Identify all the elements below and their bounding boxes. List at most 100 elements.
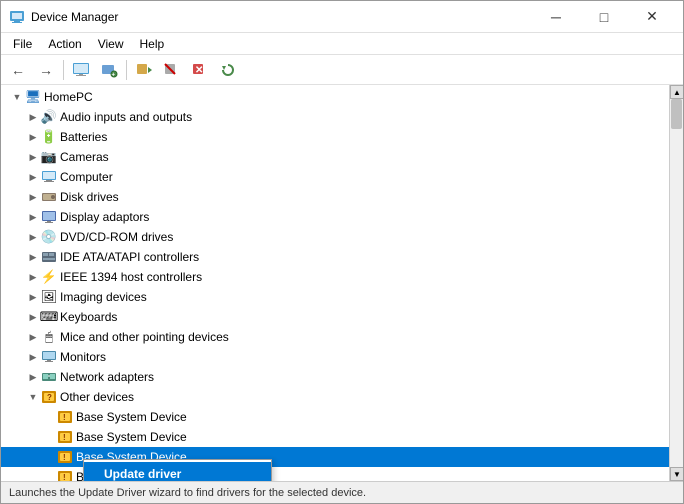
imaging-icon: 🖼 xyxy=(41,289,57,305)
menu-file[interactable]: File xyxy=(5,35,40,53)
menu-bar: File Action View Help xyxy=(1,33,683,55)
list-item[interactable]: ▶ 🔋 Batteries xyxy=(1,127,669,147)
toolbar-refresh[interactable] xyxy=(215,58,241,82)
audio-icon: 🔊 xyxy=(41,109,57,125)
list-item[interactable]: ▶ Computer xyxy=(1,167,669,187)
toolbar-scan[interactable]: + xyxy=(96,58,122,82)
expand-network[interactable]: ▶ xyxy=(25,369,41,385)
list-item[interactable]: ▶ Monitors xyxy=(1,347,669,367)
base3-icon: ! xyxy=(57,449,73,465)
display-icon xyxy=(41,209,57,225)
menu-help[interactable]: Help xyxy=(132,35,173,53)
svg-text:!: ! xyxy=(63,413,66,422)
toolbar-separator-1 xyxy=(63,60,64,80)
menu-action[interactable]: Action xyxy=(40,35,89,53)
svg-text:✕: ✕ xyxy=(195,65,203,76)
expand-mice[interactable]: ▶ xyxy=(25,329,41,345)
expand-monitors[interactable]: ▶ xyxy=(25,349,41,365)
batteries-label: Batteries xyxy=(60,130,107,144)
toolbar-forward[interactable]: → xyxy=(33,58,59,82)
homepc-icon: 🖥 xyxy=(25,89,41,105)
disk-label: Disk drives xyxy=(60,190,119,204)
other-label: Other devices xyxy=(60,390,134,404)
other-icon: ? xyxy=(41,389,57,405)
monitors-label: Monitors xyxy=(60,350,106,364)
computer-label: Computer xyxy=(60,170,113,184)
list-item[interactable]: ▼ ? Other devices xyxy=(1,387,669,407)
content-area: ▼ 🖥 HomePC ▶ 🔊 Audio inputs and outputs … xyxy=(1,85,683,481)
monitors-icon xyxy=(41,349,57,365)
scrollbar-thumb[interactable] xyxy=(671,99,682,129)
toolbar-separator-2 xyxy=(126,60,127,80)
list-item[interactable]: ▶ 🖼 Imaging devices xyxy=(1,287,669,307)
svg-text:?: ? xyxy=(47,393,52,402)
expand-disk[interactable]: ▶ xyxy=(25,189,41,205)
maximize-button[interactable]: □ xyxy=(581,1,627,33)
toolbar: ← → + xyxy=(1,55,683,85)
scroll-down-button[interactable]: ▼ xyxy=(670,467,683,481)
expand-batteries[interactable]: ▶ xyxy=(25,129,41,145)
audio-label: Audio inputs and outputs xyxy=(60,110,192,124)
expand-display[interactable]: ▶ xyxy=(25,209,41,225)
dvd-icon: 💿 xyxy=(41,229,57,245)
window-controls: ─ □ ✕ xyxy=(533,1,675,33)
network-label: Network adapters xyxy=(60,370,154,384)
list-item[interactable]: ▶ Network adapters xyxy=(1,367,669,387)
expand-cameras[interactable]: ▶ xyxy=(25,149,41,165)
device-manager-window: Device Manager ─ □ ✕ File Action View He… xyxy=(0,0,684,504)
list-item[interactable]: ▶ ! Base System Device xyxy=(1,407,669,427)
menu-view[interactable]: View xyxy=(90,35,132,53)
list-item[interactable]: ▶ 🖱 Mice and other pointing devices xyxy=(1,327,669,347)
expand-audio[interactable]: ▶ xyxy=(25,109,41,125)
context-update-driver[interactable]: Update driver xyxy=(84,462,271,481)
list-item[interactable]: ▶ 🔊 Audio inputs and outputs xyxy=(1,107,669,127)
expand-dvd[interactable]: ▶ xyxy=(25,229,41,245)
svg-text:!: ! xyxy=(63,433,66,442)
disk-icon xyxy=(41,189,57,205)
cameras-label: Cameras xyxy=(60,150,109,164)
expand-keyboards[interactable]: ▶ xyxy=(25,309,41,325)
tree-root[interactable]: ▼ 🖥 HomePC xyxy=(1,87,669,107)
imaging-label: Imaging devices xyxy=(60,290,147,304)
scroll-up-button[interactable]: ▲ xyxy=(670,85,683,99)
ieee-icon: ⚡ xyxy=(41,269,57,285)
expand-ieee[interactable]: ▶ xyxy=(25,269,41,285)
display-label: Display adaptors xyxy=(60,210,149,224)
status-text: Launches the Update Driver wizard to fin… xyxy=(9,487,366,499)
list-item[interactable]: ▶ ⚡ IEEE 1394 host controllers xyxy=(1,267,669,287)
tree-view[interactable]: ▼ 🖥 HomePC ▶ 🔊 Audio inputs and outputs … xyxy=(1,85,669,481)
list-item[interactable]: ▶ IDE ATA/ATAPI controllers xyxy=(1,247,669,267)
toolbar-update-driver[interactable] xyxy=(131,58,157,82)
expand-computer[interactable]: ▶ xyxy=(25,169,41,185)
toolbar-back[interactable]: ← xyxy=(5,58,31,82)
list-item[interactable]: ▶ 📷 Cameras xyxy=(1,147,669,167)
title-bar: Device Manager ─ □ ✕ xyxy=(1,1,683,33)
toolbar-uninstall[interactable]: ✕ xyxy=(187,58,213,82)
expand-other[interactable]: ▼ xyxy=(25,389,41,405)
vertical-scrollbar[interactable]: ▲ ▼ xyxy=(669,85,683,481)
context-menu: Update driver Disable device Uninstall d… xyxy=(83,459,272,481)
expand-homepc[interactable]: ▼ xyxy=(9,89,25,105)
ide-icon xyxy=(41,249,57,265)
ide-label: IDE ATA/ATAPI controllers xyxy=(60,250,199,264)
close-button[interactable]: ✕ xyxy=(629,1,675,33)
minimize-button[interactable]: ─ xyxy=(533,1,579,33)
dvd-label: DVD/CD-ROM drives xyxy=(60,230,173,244)
toolbar-disable[interactable] xyxy=(159,58,185,82)
base4-icon: ! xyxy=(57,469,73,481)
list-item[interactable]: ▶ 💿 DVD/CD-ROM drives xyxy=(1,227,669,247)
cameras-icon: 📷 xyxy=(41,149,57,165)
svg-text:!: ! xyxy=(63,473,66,481)
list-item[interactable]: ▶ ! Base System Device xyxy=(1,427,669,447)
expand-imaging[interactable]: ▶ xyxy=(25,289,41,305)
keyboards-icon: ⌨ xyxy=(41,309,57,325)
batteries-icon: 🔋 xyxy=(41,129,57,145)
app-icon xyxy=(9,9,25,25)
keyboards-label: Keyboards xyxy=(60,310,117,324)
base2-icon: ! xyxy=(57,429,73,445)
list-item[interactable]: ▶ Disk drives xyxy=(1,187,669,207)
expand-ide[interactable]: ▶ xyxy=(25,249,41,265)
list-item[interactable]: ▶ ⌨ Keyboards xyxy=(1,307,669,327)
toolbar-properties[interactable] xyxy=(68,58,94,82)
list-item[interactable]: ▶ Display adaptors xyxy=(1,207,669,227)
